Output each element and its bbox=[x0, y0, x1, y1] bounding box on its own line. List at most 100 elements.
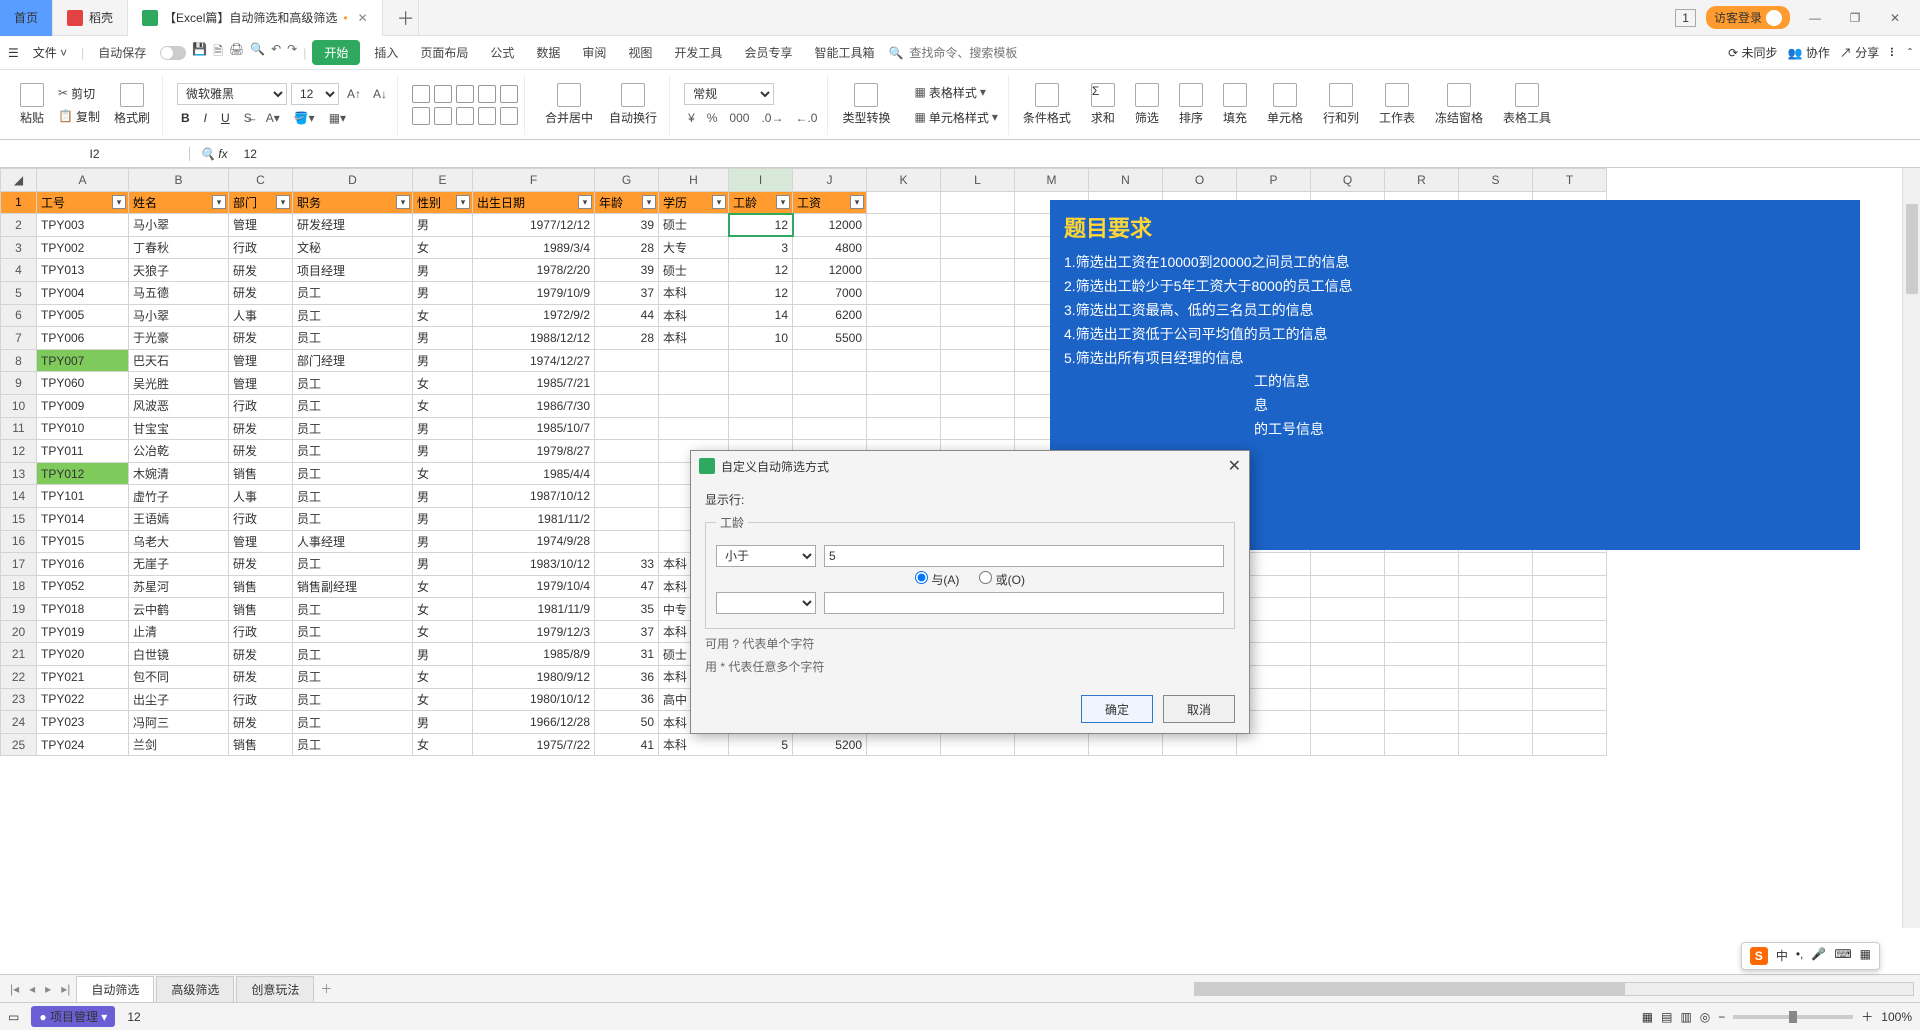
cell-D20[interactable]: 员工 bbox=[293, 620, 413, 643]
cell-D11[interactable]: 员工 bbox=[293, 417, 413, 440]
cell-L4[interactable] bbox=[941, 259, 1015, 282]
cell-S18[interactable] bbox=[1459, 575, 1533, 598]
filter-button[interactable]: 筛选 bbox=[1129, 83, 1165, 126]
cell-F24[interactable]: 1966/12/28 bbox=[473, 711, 595, 734]
cell-J8[interactable] bbox=[793, 349, 867, 372]
cell-I5[interactable]: 12 bbox=[729, 281, 793, 304]
cell-E15[interactable]: 男 bbox=[413, 507, 473, 530]
cell-B8[interactable]: 巴天石 bbox=[129, 349, 229, 372]
cell-B4[interactable]: 天狼子 bbox=[129, 259, 229, 282]
fill-button[interactable]: 填充 bbox=[1217, 83, 1253, 126]
cell-G16[interactable] bbox=[595, 530, 659, 553]
cell-A9[interactable]: TPY060 bbox=[37, 372, 129, 395]
cell-B16[interactable]: 乌老大 bbox=[129, 530, 229, 553]
cell-F13[interactable]: 1985/4/4 bbox=[473, 462, 595, 485]
number-format-select[interactable]: 常规 bbox=[684, 83, 774, 105]
cell-I11[interactable] bbox=[729, 417, 793, 440]
cell-H8[interactable] bbox=[659, 349, 729, 372]
increase-font-icon[interactable]: A↑ bbox=[343, 83, 365, 105]
cell-Q22[interactable] bbox=[1311, 666, 1385, 689]
cell-E12[interactable]: 男 bbox=[413, 440, 473, 463]
print-preview-icon[interactable]: 🔍 bbox=[250, 42, 265, 63]
align-right-icon[interactable] bbox=[456, 107, 474, 125]
horizontal-scrollbar[interactable] bbox=[1194, 982, 1914, 996]
save-icon[interactable]: 💾 bbox=[192, 42, 207, 63]
cell-C13[interactable]: 销售 bbox=[229, 462, 293, 485]
cell-E14[interactable]: 男 bbox=[413, 485, 473, 508]
italic-button[interactable]: I bbox=[200, 109, 211, 127]
align-bottom-icon[interactable] bbox=[456, 85, 474, 103]
indent-dec-icon[interactable] bbox=[478, 85, 496, 103]
cell-B17[interactable]: 无崖子 bbox=[129, 553, 229, 576]
col-header-N[interactable]: N bbox=[1089, 169, 1163, 192]
filter-header-0[interactable]: 工号▾ bbox=[37, 191, 129, 214]
cell-F8[interactable]: 1974/12/27 bbox=[473, 349, 595, 372]
cell-B3[interactable]: 丁春秋 bbox=[129, 236, 229, 259]
cell-L6[interactable] bbox=[941, 304, 1015, 327]
cell-C9[interactable]: 管理 bbox=[229, 372, 293, 395]
cell-R24[interactable] bbox=[1385, 711, 1459, 734]
align-justify-icon[interactable] bbox=[478, 107, 496, 125]
cell-Q23[interactable] bbox=[1311, 688, 1385, 711]
row-header-2[interactable]: 2 bbox=[1, 214, 37, 237]
cell-B2[interactable]: 马小翠 bbox=[129, 214, 229, 237]
share-button[interactable]: ↗ 分享 bbox=[1840, 44, 1879, 61]
window-minimize-icon[interactable]: — bbox=[1800, 11, 1830, 25]
col-header-O[interactable]: O bbox=[1163, 169, 1237, 192]
cell-B22[interactable]: 包不同 bbox=[129, 666, 229, 689]
filter-dropdown-icon[interactable]: ▾ bbox=[456, 195, 470, 209]
unsync-button[interactable]: ⟳ 未同步 bbox=[1728, 44, 1777, 61]
row-header-4[interactable]: 4 bbox=[1, 259, 37, 282]
cell-C4[interactable]: 研发 bbox=[229, 259, 293, 282]
ok-button[interactable]: 确定 bbox=[1081, 695, 1153, 723]
cell-J2[interactable]: 12000 bbox=[793, 214, 867, 237]
cell-A13[interactable]: TPY012 bbox=[37, 462, 129, 485]
print-icon[interactable]: 🖨 bbox=[229, 42, 244, 63]
ime-keyboard-icon[interactable]: ⌨ bbox=[1834, 947, 1851, 965]
cell-H2[interactable]: 硕士 bbox=[659, 214, 729, 237]
cell-S19[interactable] bbox=[1459, 598, 1533, 621]
cell-G17[interactable]: 33 bbox=[595, 553, 659, 576]
cell-J10[interactable] bbox=[793, 394, 867, 417]
dec-inc-icon[interactable]: .0→ bbox=[757, 109, 787, 127]
window-restore-icon[interactable]: ❐ bbox=[1840, 11, 1870, 25]
cell-G9[interactable] bbox=[595, 372, 659, 395]
cell-B7[interactable]: 于光豪 bbox=[129, 327, 229, 350]
cell-A23[interactable]: TPY022 bbox=[37, 688, 129, 711]
cell-G25[interactable]: 41 bbox=[595, 733, 659, 756]
col-header-H[interactable]: H bbox=[659, 169, 729, 192]
cell-Q24[interactable] bbox=[1311, 711, 1385, 734]
cell-F5[interactable]: 1979/10/9 bbox=[473, 281, 595, 304]
cell-A6[interactable]: TPY005 bbox=[37, 304, 129, 327]
cell-D19[interactable]: 员工 bbox=[293, 598, 413, 621]
zoom-level[interactable]: 100% bbox=[1881, 1010, 1912, 1024]
cell-F6[interactable]: 1972/9/2 bbox=[473, 304, 595, 327]
row-header-1[interactable]: 1 bbox=[1, 191, 37, 214]
cell-T19[interactable] bbox=[1533, 598, 1607, 621]
collapse-ribbon-icon[interactable]: ˆ bbox=[1908, 46, 1912, 60]
cell-F4[interactable]: 1978/2/20 bbox=[473, 259, 595, 282]
filter-header-9[interactable]: 工资▾ bbox=[793, 191, 867, 214]
align-middle-icon[interactable] bbox=[434, 85, 452, 103]
cell-Q21[interactable] bbox=[1311, 643, 1385, 666]
cell-E13[interactable]: 女 bbox=[413, 462, 473, 485]
cell-I25[interactable]: 5 bbox=[729, 733, 793, 756]
cell-C2[interactable]: 管理 bbox=[229, 214, 293, 237]
cell-F10[interactable]: 1986/7/30 bbox=[473, 394, 595, 417]
cell-I6[interactable]: 14 bbox=[729, 304, 793, 327]
cell-B21[interactable]: 白世镜 bbox=[129, 643, 229, 666]
cell-J5[interactable]: 7000 bbox=[793, 281, 867, 304]
cell-F9[interactable]: 1985/7/21 bbox=[473, 372, 595, 395]
paste-button[interactable]: 粘贴 bbox=[14, 83, 50, 126]
cell-C14[interactable]: 人事 bbox=[229, 485, 293, 508]
cell-C8[interactable]: 管理 bbox=[229, 349, 293, 372]
cell-F17[interactable]: 1983/10/12 bbox=[473, 553, 595, 576]
cell-L25[interactable] bbox=[941, 733, 1015, 756]
cell-G3[interactable]: 28 bbox=[595, 236, 659, 259]
cell-E2[interactable]: 男 bbox=[413, 214, 473, 237]
view-break-icon[interactable]: ▥ bbox=[1680, 1010, 1691, 1024]
cell-I10[interactable] bbox=[729, 394, 793, 417]
row-header-19[interactable]: 19 bbox=[1, 598, 37, 621]
close-tab-icon[interactable]: ✕ bbox=[358, 11, 368, 25]
cell-J6[interactable]: 6200 bbox=[793, 304, 867, 327]
